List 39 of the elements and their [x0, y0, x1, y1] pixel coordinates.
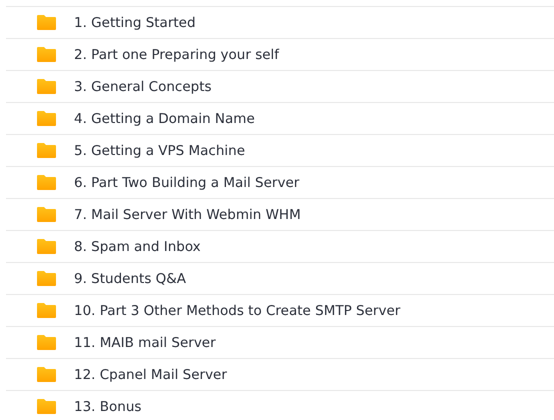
folder-icon [37, 111, 56, 126]
folder-icon [37, 271, 56, 286]
folder-icon [37, 79, 56, 94]
folder-row[interactable]: 8. Spam and Inbox [6, 230, 554, 262]
folder-name: 3. General Concepts [74, 78, 212, 94]
folder-icon [37, 303, 56, 318]
folder-name: 4. Getting a Domain Name [74, 110, 255, 126]
folder-name: 7. Mail Server With Webmin WHM [74, 206, 301, 222]
folder-row[interactable]: 12. Cpanel Mail Server [6, 358, 554, 390]
folder-name: 1. Getting Started [74, 14, 196, 30]
folder-row[interactable]: 7. Mail Server With Webmin WHM [6, 198, 554, 230]
folder-row[interactable]: 10. Part 3 Other Methods to Create SMTP Server [6, 294, 554, 326]
folder-icon [37, 15, 56, 30]
folder-icon [37, 207, 56, 222]
folder-icon [37, 367, 56, 382]
folder-row[interactable]: 13. Bonus [6, 390, 554, 420]
folder-icon [37, 143, 56, 158]
folder-name: 6. Part Two Building a Mail Server [74, 174, 300, 190]
folder-row[interactable]: 2. Part one Preparing your self [6, 38, 554, 70]
folder-icon [37, 239, 56, 254]
folder-name: 9. Students Q&A [74, 270, 186, 286]
folder-row[interactable]: 4. Getting a Domain Name [6, 102, 554, 134]
folder-name: 10. Part 3 Other Methods to Create SMTP Server [74, 302, 400, 318]
folder-icon [37, 175, 56, 190]
folder-icon [37, 335, 56, 350]
folder-icon [37, 399, 56, 414]
folder-row[interactable]: 3. General Concepts [6, 70, 554, 102]
folder-name: 8. Spam and Inbox [74, 238, 201, 254]
folder-name: 13. Bonus [74, 398, 142, 414]
folder-name: 5. Getting a VPS Machine [74, 142, 246, 158]
folder-name: 2. Part one Preparing your self [74, 46, 280, 62]
folder-row[interactable]: 11. MAIB mail Server [6, 326, 554, 358]
folder-row[interactable]: 9. Students Q&A [6, 262, 554, 294]
folder-name: 11. MAIB mail Server [74, 334, 216, 350]
folder-row[interactable]: 1. Getting Started [6, 6, 554, 38]
folder-icon [37, 47, 56, 62]
folder-name: 12. Cpanel Mail Server [74, 366, 227, 382]
folder-row[interactable]: 6. Part Two Building a Mail Server [6, 166, 554, 198]
folder-row[interactable]: 5. Getting a VPS Machine [6, 134, 554, 166]
